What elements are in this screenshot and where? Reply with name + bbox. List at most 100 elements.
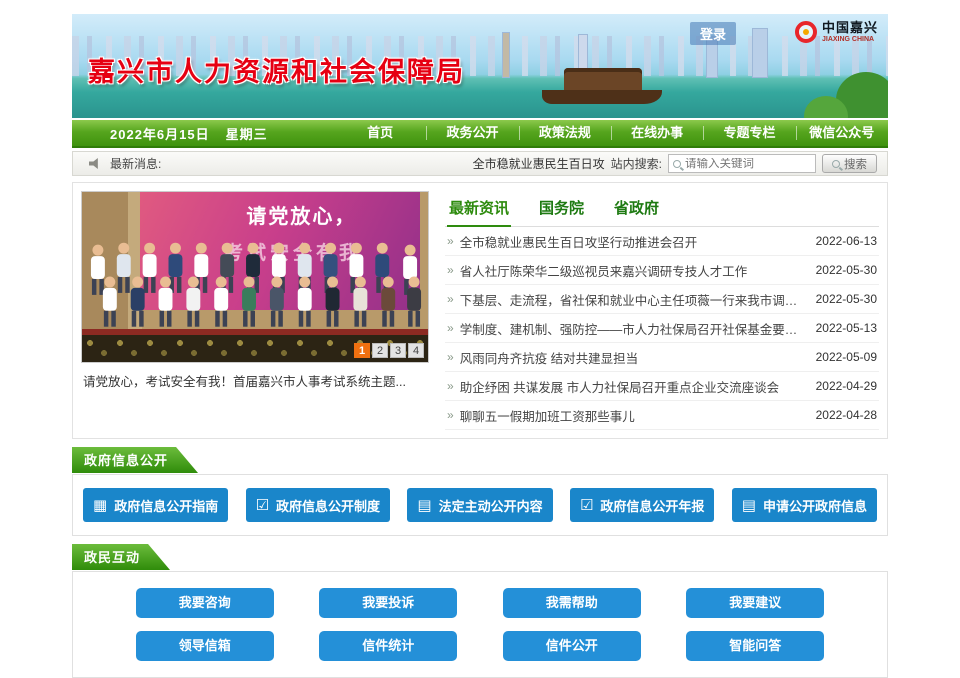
news-title[interactable]: 全市稳就业惠民生百日攻坚行动推进会召开 [460,232,810,251]
site-title: 嘉兴市人力资源和社会保障局 [88,50,465,89]
news-date: 2022-04-29 [816,379,877,393]
news-row[interactable]: 风雨同舟齐抗疫 结对共建显担当 2022-05-09 [445,343,879,372]
interaction-section-title: 政民互动 [72,544,170,570]
search-input[interactable] [685,158,811,170]
news-date: 2022-05-30 [816,292,877,306]
city-logo[interactable]: 中国嘉兴 JIAXING CHINA [795,21,878,43]
gov-info-button[interactable]: 政府信息公开指南 [83,488,228,522]
ticker-label: 最新消息: [110,155,161,172]
nav-menu-item[interactable]: 政务公开 [426,120,518,146]
login-button[interactable]: 登录 [690,22,736,45]
news-row[interactable]: 省人社厅陈荣华二级巡视员来嘉兴调研专技人才工作 2022-05-30 [445,256,879,285]
news-tab[interactable]: 最新资讯 [447,193,511,227]
nav-menu-item[interactable]: 首页 [334,120,426,146]
carousel-page-button[interactable]: 2 [372,343,388,358]
gov-info-button[interactable]: 政府信息公开年报 [570,488,714,522]
news-tab[interactable]: 省政府 [612,193,661,226]
news-tab[interactable]: 国务院 [537,193,586,226]
search-button[interactable]: 搜索 [822,154,877,173]
carousel-pager: 1 2 3 4 [354,343,424,358]
gov-button-icon [417,498,431,513]
interaction-button[interactable]: 我要建议 [686,588,824,618]
speaker-icon [89,158,102,169]
carousel-page-button[interactable]: 1 [354,343,370,358]
gov-button-label: 法定主动公开内容 [439,496,543,515]
gov-info-section-title: 政府信息公开 [72,447,198,473]
photo-carousel[interactable]: 请党放心， 考试安全有我 [81,191,431,430]
page: 嘉兴市人力资源和社会保障局 登录 中国嘉兴 JIAXING CHINA 2022… [72,0,888,678]
people-group-decoration [82,220,428,332]
interaction-section: 政民互动 我要咨询 我要投诉 我需帮助 我要建议 领导信箱 信件统计 信件公开 … [72,544,888,678]
news-row[interactable]: 全市稳就业惠民生百日攻坚行动推进会召开 2022-06-13 [445,227,879,256]
gov-button-label: 政府信息公开制度 [276,496,380,515]
logo-swirl-icon [795,21,817,43]
search-icon [673,160,681,168]
nav-menu-item[interactable]: 微信公众号 [796,120,888,146]
news-title[interactable]: 聊聊五一假期加班工资那些事儿 [460,406,810,425]
news-list: 全市稳就业惠民生百日攻坚行动推进会召开 2022-06-13 省人社厅陈荣华二级… [445,227,879,430]
interaction-button[interactable]: 我要投诉 [319,588,457,618]
news-title[interactable]: 省人社厅陈荣华二级巡视员来嘉兴调研专技人才工作 [460,261,810,280]
double-arrow-icon [447,348,454,366]
news-title[interactable]: 学制度、建机制、强防控——市人力社保局召开社保基金要情专题学习会 [460,319,810,338]
header-banner: 嘉兴市人力资源和社会保障局 登录 中国嘉兴 JIAXING CHINA [72,14,888,118]
double-arrow-icon [447,377,454,395]
news-panel: 请党放心， 考试安全有我 [72,182,888,439]
hot-topic-link[interactable]: 全市稳就业惠民生百日攻 [473,155,605,172]
interaction-button[interactable]: 领导信箱 [136,631,274,661]
interaction-button[interactable]: 我要咨询 [136,588,274,618]
gov-button-icon [93,498,107,513]
carousel-photo[interactable]: 请党放心， 考试安全有我 [81,191,429,363]
interaction-buttons: 我要咨询 我要投诉 我需帮助 我要建议 领导信箱 信件统计 信件公开 智能问答 [72,571,888,678]
news-date: 2022-04-28 [816,408,877,422]
news-title[interactable]: 助企纾困 共谋发展 市人力社保局召开重点企业交流座谈会 [460,377,810,396]
date-text: 2022年6月15日 [110,124,210,143]
gov-info-section: 政府信息公开 政府信息公开指南 政府信息公开制度 法定主动公开内容 [72,447,888,536]
logo-title: 中国嘉兴 [822,21,878,34]
interaction-button[interactable]: 信件公开 [503,631,641,661]
carousel-page-button[interactable]: 3 [390,343,406,358]
double-arrow-icon [447,290,454,308]
nav-date: 2022年6月15日 星期三 [72,124,334,143]
nav-menu-item[interactable]: 政策法规 [519,120,611,146]
nav-menu: 首页 政务公开 政策法规 在线办事 专题专栏 微信公众号 [334,120,888,146]
gov-button-icon [256,498,269,513]
gov-button-label: 申请公开政府信息 [763,496,867,515]
gov-info-button[interactable]: 法定主动公开内容 [407,488,552,522]
weekday-text: 星期三 [226,124,268,143]
gov-button-label: 政府信息公开年报 [600,496,704,515]
gov-info-button[interactable]: 申请公开政府信息 [732,488,877,522]
gov-button-icon [580,498,593,513]
news-title[interactable]: 下基层、走流程，省社保和就业中心主任项薇一行来我市调研“国统”上线情况 [460,290,810,309]
search-icon [832,160,840,168]
news-row[interactable]: 聊聊五一假期加班工资那些事儿 2022-04-28 [445,401,879,430]
interaction-button[interactable]: 信件统计 [319,631,457,661]
carousel-caption[interactable]: 请党放心，考试安全有我！首届嘉兴市人事考试系统主题... [81,363,431,392]
news-title[interactable]: 风雨同舟齐抗疫 结对共建显担当 [460,348,810,367]
gov-button-label: 政府信息公开指南 [114,496,218,515]
pagoda-decoration [502,32,510,78]
interaction-button[interactable]: 智能问答 [686,631,824,661]
interaction-button[interactable]: 我需帮助 [503,588,641,618]
news-row[interactable]: 助企纾困 共谋发展 市人力社保局召开重点企业交流座谈会 2022-04-29 [445,372,879,401]
nav-menu-item[interactable]: 专题专栏 [703,120,795,146]
main-nav: 2022年6月15日 星期三 首页 政务公开 政策法规 在线办事 专题专栏 微信… [72,120,888,148]
gov-info-button[interactable]: 政府信息公开制度 [246,488,390,522]
news-row[interactable]: 下基层、走流程，省社保和就业中心主任项薇一行来我市调研“国统”上线情况 2022… [445,285,879,314]
carousel-page-button[interactable]: 4 [408,343,424,358]
site-search-label: 站内搜索: [611,155,662,172]
news-row[interactable]: 学制度、建机制、强防控——市人力社保局召开社保基金要情专题学习会 2022-05… [445,314,879,343]
double-arrow-icon [447,232,454,250]
news-date: 2022-05-09 [816,350,877,364]
news-ticker-bar: 最新消息: 全市稳就业惠民生百日攻 站内搜索: 搜索 [72,151,888,176]
news-tabs: 最新资讯 国务院 省政府 [445,193,879,227]
news-date: 2022-06-13 [816,234,877,248]
double-arrow-icon [447,261,454,279]
double-arrow-icon [447,319,454,337]
news-date: 2022-05-30 [816,263,877,277]
news-list-area: 最新资讯 国务院 省政府 全市稳就业惠民生百日攻坚行动推进会召开 2022-06… [445,191,879,430]
gov-info-buttons: 政府信息公开指南 政府信息公开制度 法定主动公开内容 政府信息公开年报 [72,474,888,536]
double-arrow-icon [447,406,454,424]
nav-menu-item[interactable]: 在线办事 [611,120,703,146]
search-box [668,154,816,173]
